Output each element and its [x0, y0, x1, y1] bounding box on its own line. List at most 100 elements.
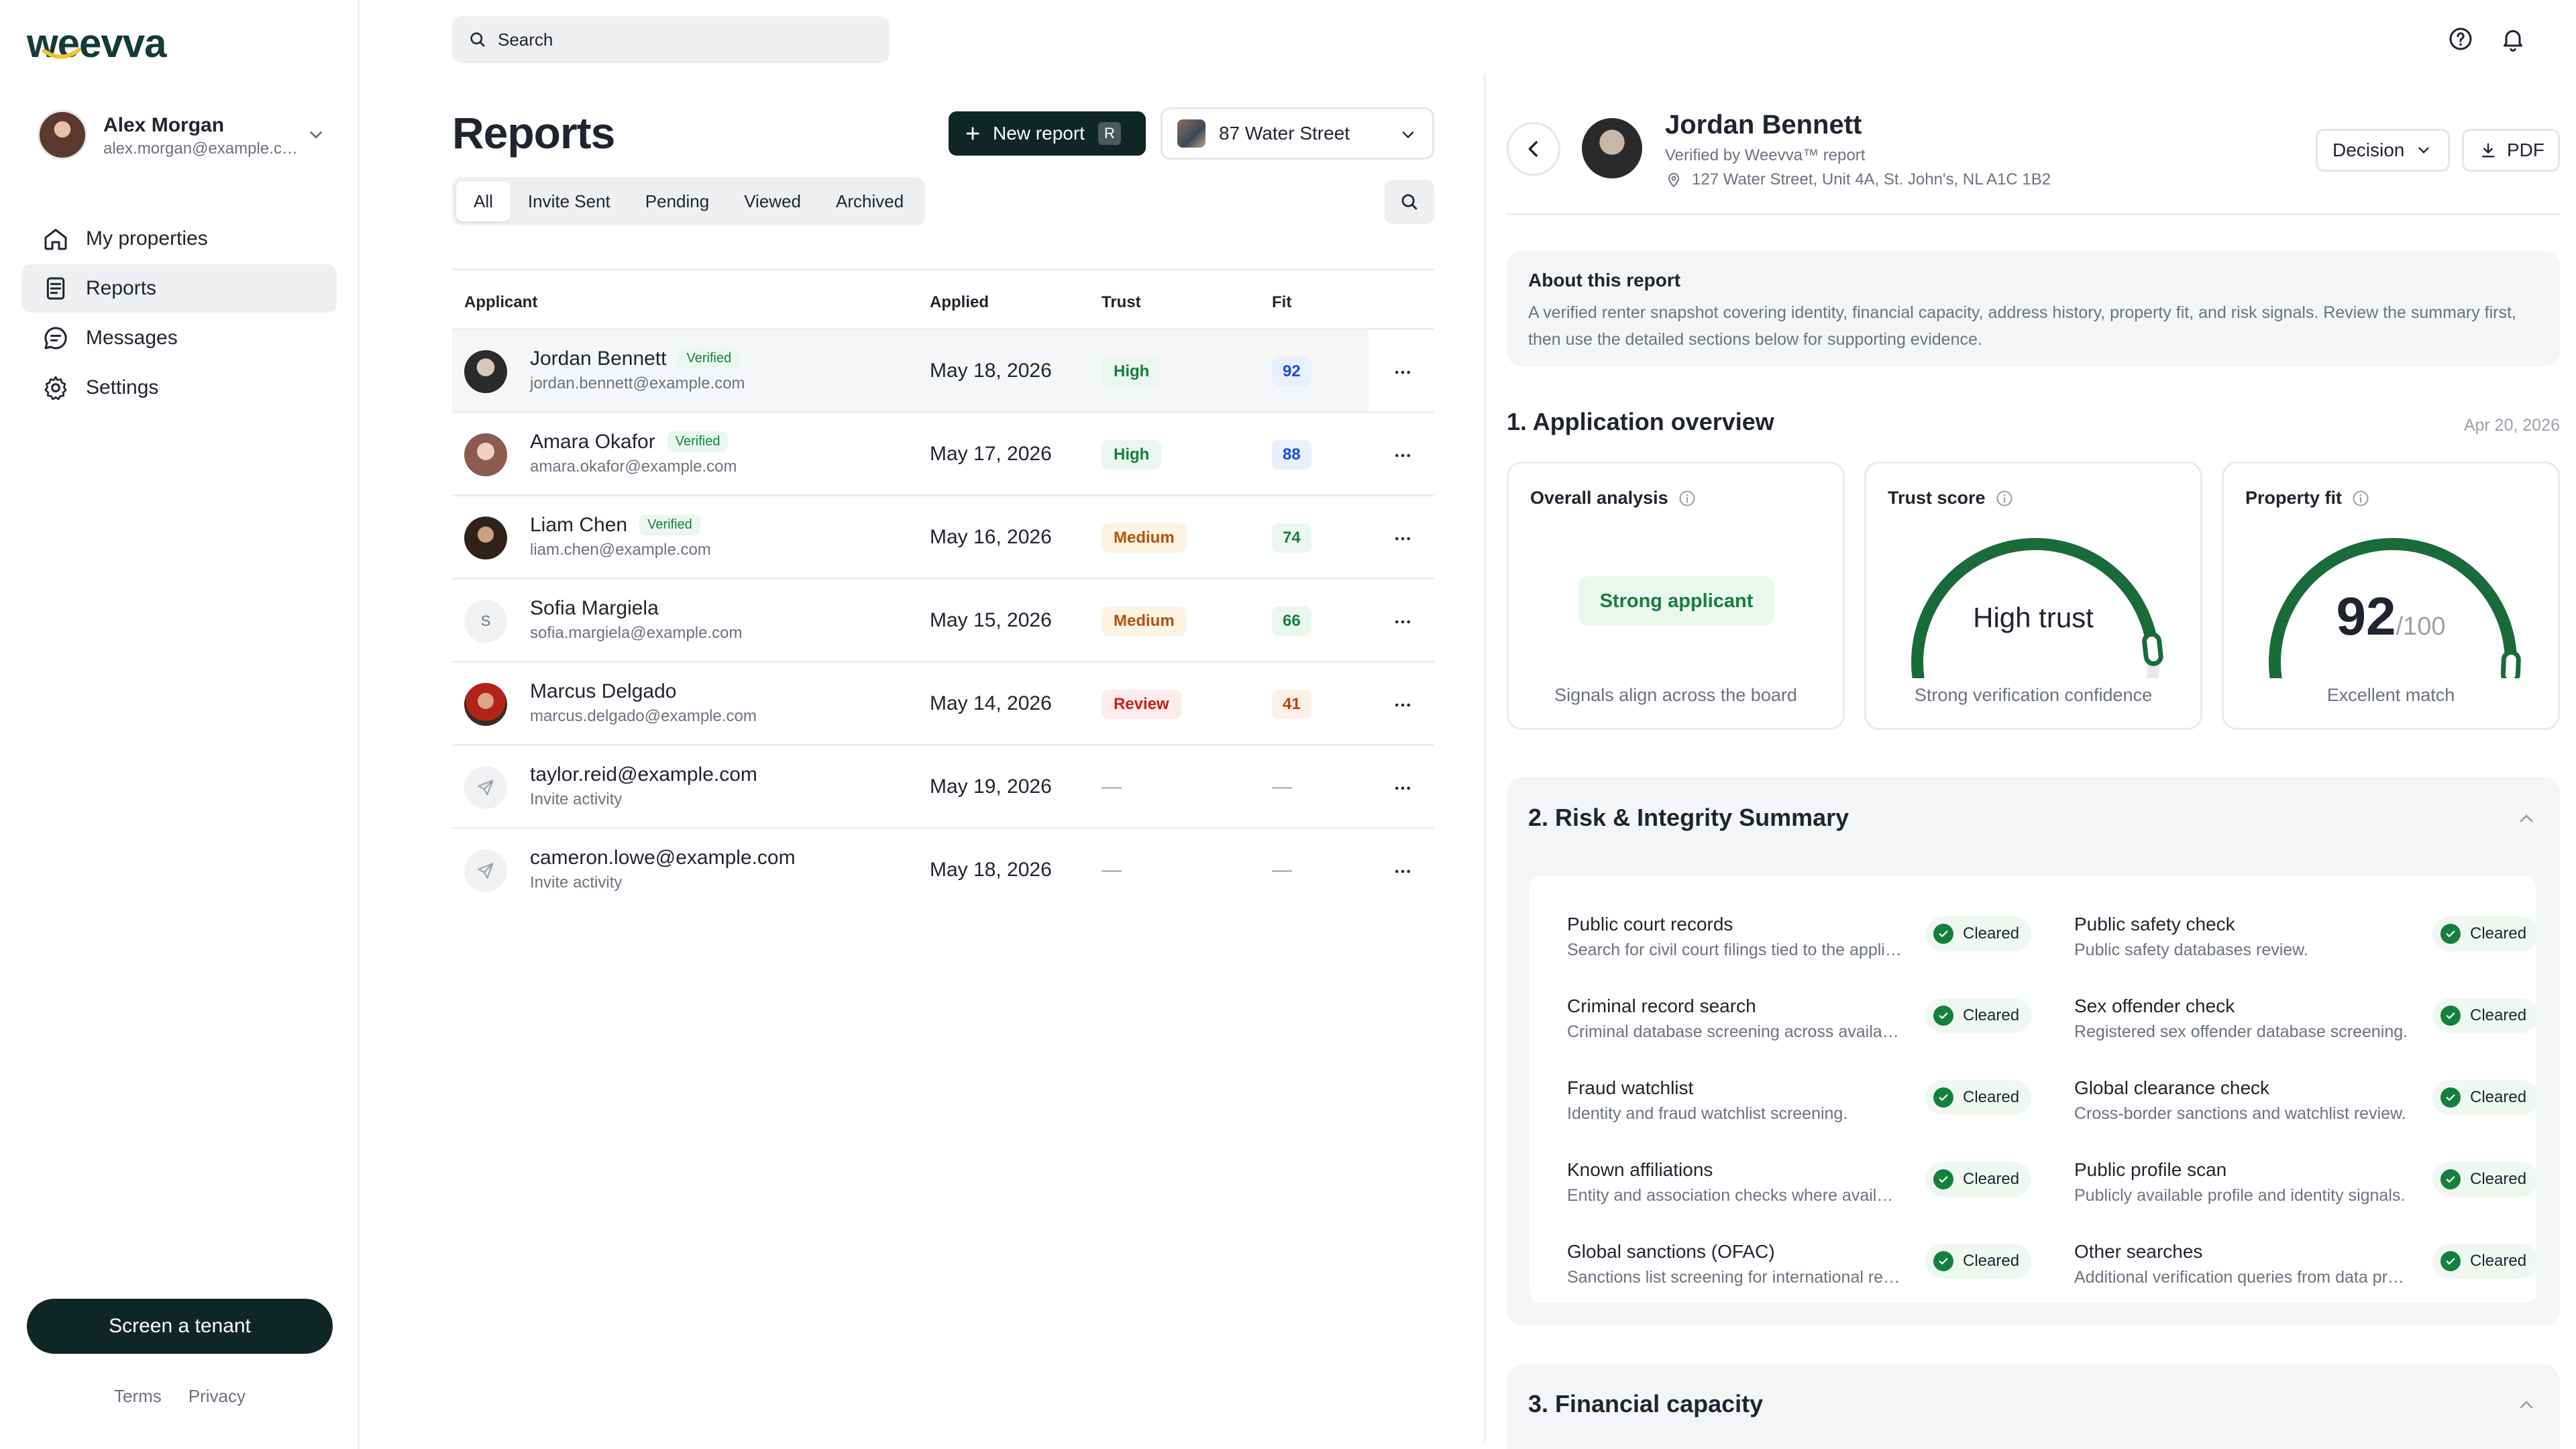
chevron-down-icon	[310, 131, 322, 139]
invite-avatar	[464, 766, 507, 809]
risk-check-description: Additional verification queries from dat…	[2074, 1268, 2410, 1287]
risk-check-item[interactable]: Public profile scan Publicly available pr…	[2074, 1159, 2557, 1232]
terms-link[interactable]: Terms	[114, 1386, 162, 1407]
risk-check-item[interactable]: Public court records Search for civil cou…	[1567, 914, 2050, 986]
applicant-name-text: Liam Chen	[530, 514, 628, 536]
info-icon[interactable]	[2351, 489, 2370, 508]
more-icon[interactable]	[1391, 861, 1414, 881]
cleared-label: Cleared	[2470, 1088, 2527, 1106]
applicant-name: Liam Chen Verified	[530, 514, 700, 537]
logo-swoosh-icon	[42, 48, 81, 59]
info-icon[interactable]	[1995, 489, 2014, 508]
check-circle-icon	[2440, 1251, 2461, 1271]
more-icon[interactable]	[1391, 445, 1414, 466]
risk-check-description: Registered sex offender database screeni…	[2074, 1022, 2408, 1041]
more-icon[interactable]	[1391, 362, 1414, 382]
risk-check-item[interactable]: Fraud watchlist Identity and fraud watchl…	[1567, 1077, 2050, 1150]
reports-table: Applicant Applied Trust Fit Jordan Benne…	[452, 268, 1434, 912]
tab-pending[interactable]: Pending	[628, 181, 727, 221]
applicant-email: jordan.bennett@example.com	[530, 374, 745, 392]
risk-check-item[interactable]: Global clearance check Cross-border sanct…	[2074, 1077, 2557, 1150]
column-header-applied[interactable]: Applied	[930, 293, 989, 312]
column-header-applicant[interactable]: Applicant	[464, 293, 537, 312]
more-icon[interactable]	[1391, 529, 1414, 549]
check-circle-icon	[2440, 1006, 2461, 1026]
new-report-button[interactable]: New report R	[949, 111, 1146, 156]
risk-check-item[interactable]: Public safety check Public safety databas…	[2074, 914, 2557, 986]
back-button[interactable]	[1507, 122, 1560, 176]
section-title-overview: 1. Application overview	[1507, 408, 1774, 435]
risk-check-item[interactable]: Sex offender check Registered sex offende…	[2074, 996, 2557, 1068]
card-title-text: Overall analysis	[1530, 488, 1668, 508]
risk-check-item[interactable]: Global sanctions (OFAC) Sanctions list sc…	[1567, 1241, 2050, 1313]
verified-badge: Verified	[678, 348, 740, 369]
chevron-left-icon	[1528, 141, 1538, 157]
list-search-button[interactable]	[1385, 180, 1434, 224]
column-header-trust[interactable]: Trust	[1102, 293, 1141, 312]
row-highlight	[452, 330, 1368, 411]
download-icon	[2481, 143, 2495, 158]
fit-gauge-value: 92/100	[2224, 586, 2558, 647]
property-select[interactable]: 87 Water Street	[1161, 107, 1434, 160]
table-row[interactable]: Marcus Delgado marcus.delgado@example.co…	[452, 663, 1434, 746]
table-header: Applicant Applied Trust Fit	[452, 268, 1434, 330]
risk-check-name: Public safety check	[2074, 914, 2235, 934]
applicant-name: Amara Okafor Verified	[530, 431, 729, 453]
sidebar-item-messages[interactable]: Messages	[21, 314, 337, 362]
sidebar-item-my-properties[interactable]: My properties	[21, 215, 337, 263]
new-report-label: New report	[993, 123, 1085, 144]
table-row[interactable]: Liam Chen Verified liam.chen@example.com …	[452, 496, 1434, 580]
privacy-link[interactable]: Privacy	[189, 1386, 246, 1407]
tab-archived[interactable]: Archived	[818, 181, 921, 221]
bell-icon[interactable]	[2496, 21, 2530, 56]
tab-all[interactable]: All	[456, 181, 511, 221]
chevron-up-icon[interactable]	[2516, 1394, 2537, 1415]
location-pin-icon	[1668, 172, 1680, 188]
shortcut-badge: R	[1097, 122, 1121, 145]
applicant-email: liam.chen@example.com	[530, 541, 711, 559]
pdf-download-button[interactable]: PDF	[2462, 129, 2560, 172]
table-row[interactable]: S Sofia Margiela sofia.margiela@example.…	[452, 580, 1434, 663]
cleared-badge: Cleared	[1925, 916, 2032, 951]
info-icon[interactable]	[1678, 489, 1697, 508]
risk-check-description: Public safety databases review.	[2074, 941, 2308, 959]
trust-gauge	[1911, 538, 2163, 678]
sidebar-item-reports[interactable]: Reports	[21, 264, 337, 313]
trust-empty: —	[1102, 859, 1122, 881]
risk-check-item[interactable]: Other searches Additional verification qu…	[2074, 1241, 2557, 1313]
search-icon	[470, 32, 485, 47]
risk-check-item[interactable]: Criminal record search Criminal database …	[1567, 996, 2050, 1068]
cleared-badge: Cleared	[2432, 916, 2539, 951]
fit-empty: —	[1272, 859, 1292, 881]
decision-dropdown[interactable]: Decision	[2316, 129, 2450, 172]
table-row[interactable]: Jordan Bennett Verified jordan.bennett@ex…	[452, 330, 1434, 413]
send-icon	[478, 780, 494, 796]
sidebar-item-settings[interactable]: Settings	[21, 364, 337, 412]
send-icon	[478, 863, 494, 879]
column-header-fit[interactable]: Fit	[1272, 293, 1291, 312]
chevron-up-icon[interactable]	[2516, 808, 2537, 829]
sidebar-item-label: Messages	[86, 327, 178, 349]
help-icon[interactable]	[2443, 21, 2478, 56]
screen-tenant-button[interactable]: Screen a tenant	[27, 1299, 333, 1354]
about-title: About this report	[1528, 270, 1681, 290]
applied-date: May 17, 2026	[930, 443, 1052, 465]
applied-date: May 18, 2026	[930, 859, 1052, 881]
trust-badge: High	[1102, 440, 1162, 470]
table-row[interactable]: cameron.lowe@example.com Invite activity…	[452, 829, 1434, 912]
table-row[interactable]: taylor.reid@example.com Invite activity …	[452, 746, 1434, 829]
risk-check-item[interactable]: Known affiliations Entity and association…	[1567, 1159, 2050, 1232]
tab-viewed[interactable]: Viewed	[727, 181, 818, 221]
user-email: alex.morgan@example.com	[103, 140, 298, 158]
cleared-label: Cleared	[1963, 924, 2020, 943]
global-search-input[interactable]: Search	[452, 16, 890, 63]
overview-date: Apr 20, 2026	[2463, 416, 2560, 435]
tab-invite-sent[interactable]: Invite Sent	[511, 181, 628, 221]
table-row[interactable]: Amara Okafor Verified amara.okafor@exampl…	[452, 413, 1434, 496]
check-circle-icon	[2440, 924, 2461, 944]
more-icon[interactable]	[1391, 612, 1414, 632]
account-switcher[interactable]: Alex Morgan alex.morgan@example.com	[38, 109, 326, 162]
check-circle-icon	[1933, 924, 1953, 944]
more-icon[interactable]	[1391, 778, 1414, 798]
more-icon[interactable]	[1391, 695, 1414, 715]
